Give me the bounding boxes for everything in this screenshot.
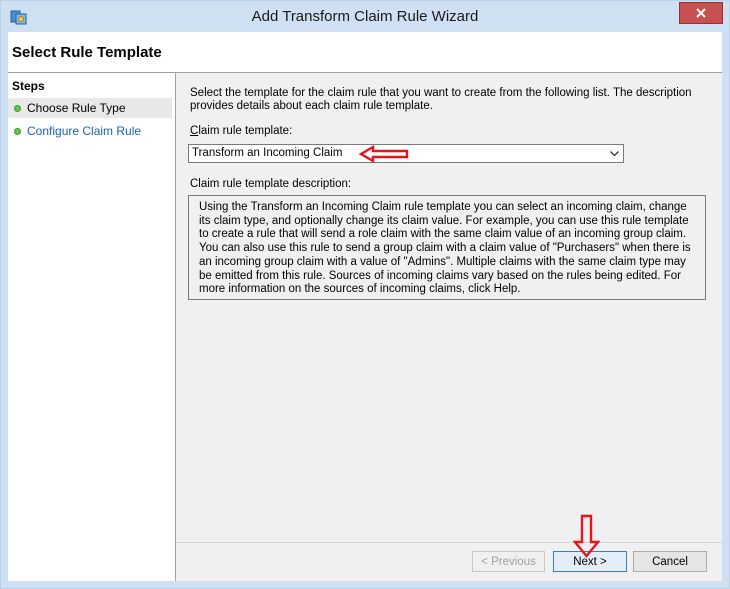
intro-text: Select the template for the claim rule t… — [190, 87, 692, 112]
label-rest: laim rule template: — [198, 125, 293, 137]
steps-title: Steps — [12, 79, 45, 93]
template-description-box: Using the Transform an Incoming Claim ru… — [188, 195, 706, 300]
page-header: Select Rule Template — [8, 32, 722, 73]
footer-divider — [176, 542, 722, 543]
step-label: Choose Rule Type — [27, 101, 126, 115]
steps-panel: Steps Choose Rule Type Configure Claim R… — [8, 73, 176, 581]
dropdown-selected-value: Transform an Incoming Claim — [192, 147, 343, 159]
window-frame-right — [722, 32, 729, 581]
step-choose-rule-type[interactable]: Choose Rule Type — [8, 98, 172, 118]
title-bar: Add Transform Claim Rule Wizard — [1, 1, 729, 32]
template-description-text: Using the Transform an Incoming Claim ru… — [199, 201, 691, 296]
previous-button[interactable]: < Previous — [472, 551, 545, 572]
chevron-down-icon — [610, 151, 619, 157]
window-frame-bottom — [1, 581, 729, 588]
step-configure-claim-rule[interactable]: Configure Claim Rule — [8, 121, 172, 141]
wizard-window: Add Transform Claim Rule Wizard Select R… — [0, 0, 730, 589]
window-frame-left — [1, 32, 8, 581]
claim-rule-template-label: Claim rule template: — [190, 125, 292, 137]
cancel-button[interactable]: Cancel — [633, 551, 707, 572]
annotation-arrow-down-icon — [573, 514, 600, 558]
close-button[interactable] — [679, 2, 723, 24]
annotation-arrow-left-icon — [359, 145, 409, 163]
step-status-icon — [14, 105, 21, 112]
page-title: Select Rule Template — [12, 44, 162, 61]
window-title: Add Transform Claim Rule Wizard — [251, 8, 479, 25]
close-icon — [696, 8, 706, 18]
template-description-label: Claim rule template description: — [190, 178, 352, 190]
step-status-icon — [14, 128, 21, 135]
main-content: Select the template for the claim rule t… — [176, 73, 722, 581]
step-label: Configure Claim Rule — [27, 124, 142, 138]
